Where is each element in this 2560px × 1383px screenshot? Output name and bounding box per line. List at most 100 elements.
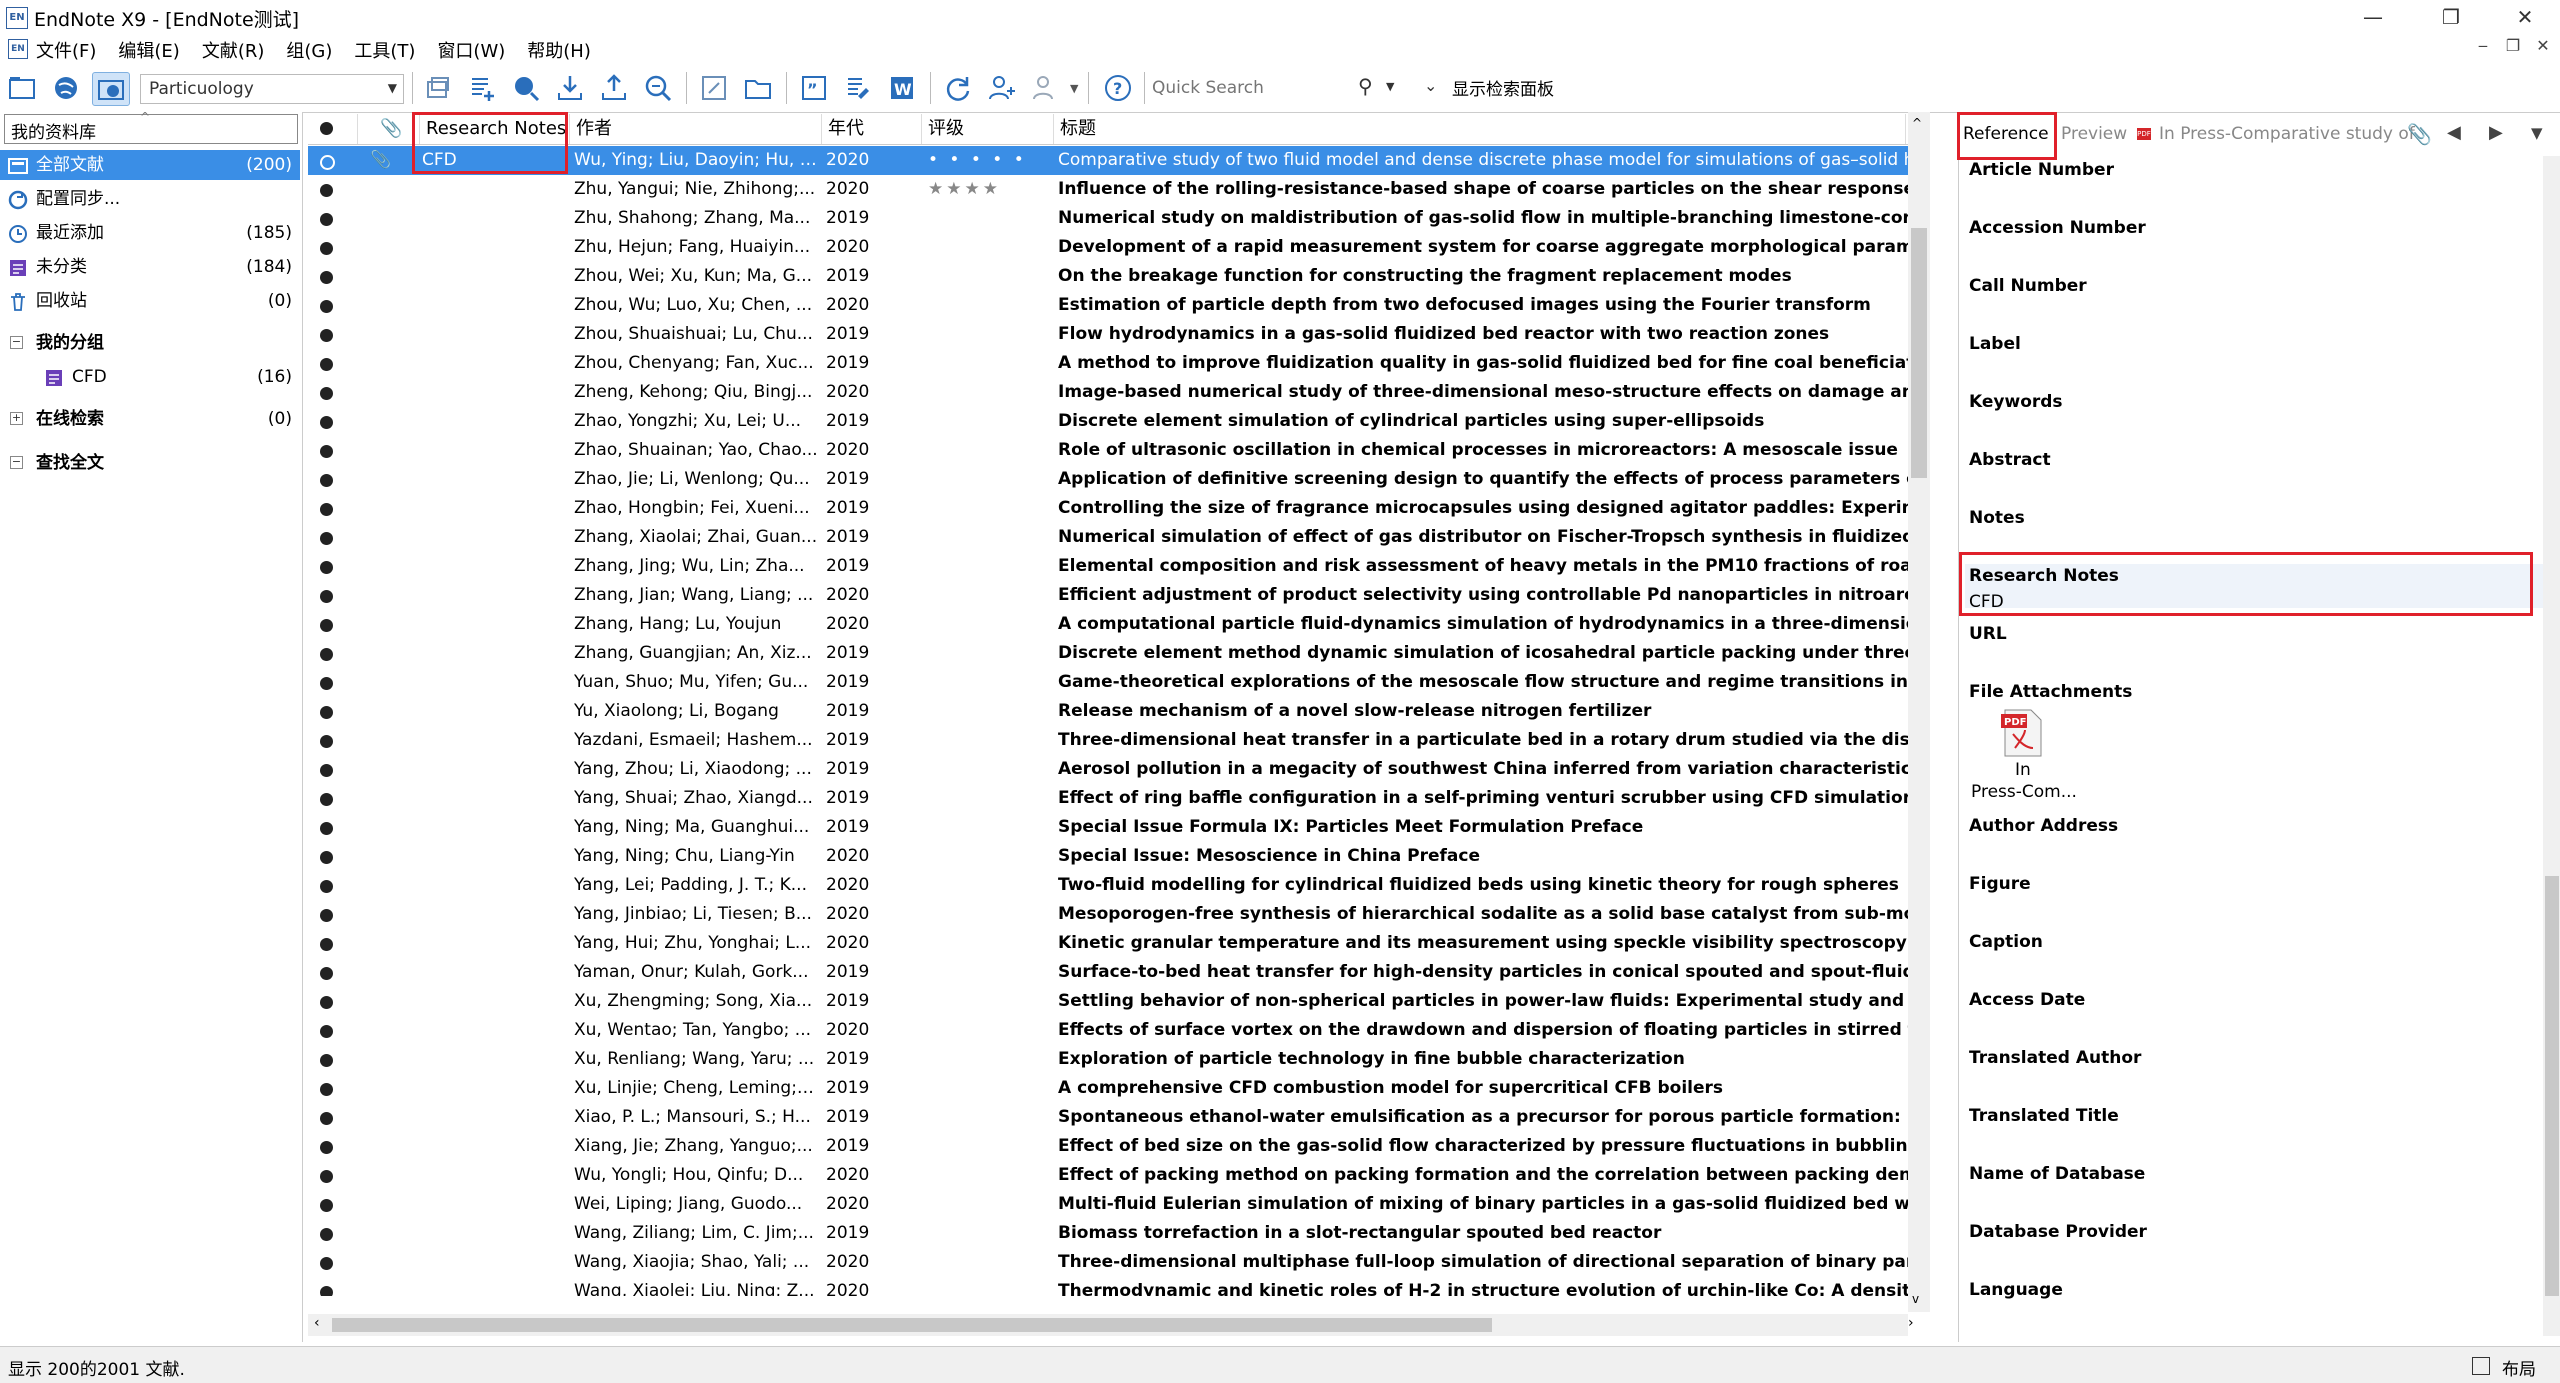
unread-dot-icon[interactable]: [320, 503, 333, 516]
field-keywords[interactable]: Keywords: [1969, 392, 2063, 412]
table-row[interactable]: Zhu, Shahong; Zhang, Ma... 2019 Numerical …: [308, 204, 1930, 233]
maximize-button[interactable]: ❐: [2416, 0, 2486, 34]
local-library-mode-icon[interactable]: [4, 72, 40, 104]
table-row[interactable]: Yaman, Onur; Kulah, Gork... 2019 Surface-t…: [308, 958, 1930, 987]
table-row[interactable]: Yang, Lei; Padding, J. T.; K... 2020 Two-f…: [308, 871, 1930, 900]
paperclip-icon[interactable]: 📎: [370, 146, 391, 175]
table-row[interactable]: Zhao, Yongzhi; Xu, Lei; U... 2019 Discrete…: [308, 407, 1930, 436]
unread-dot-icon[interactable]: [320, 590, 333, 603]
group-all-references[interactable]: 全部文献 (200): [0, 150, 300, 180]
open-link-icon[interactable]: [696, 72, 732, 104]
chevron-down-icon[interactable]: ▼: [1070, 82, 1078, 95]
table-row[interactable]: Xu, Linjie; Cheng, Leming; ... 2019 A comp…: [308, 1074, 1930, 1103]
table-row[interactable]: Zhang, Guangjian; An, Xiz... 2019 Discrete…: [308, 639, 1930, 668]
sync-icon[interactable]: [940, 72, 976, 104]
export-icon[interactable]: [596, 72, 632, 104]
next-icon[interactable]: ▶: [2489, 122, 2503, 143]
table-row[interactable]: Zhu, Yangui; Nie, Zhihong;... 2020 ★★★★ Inf…: [308, 175, 1930, 204]
quick-search-box[interactable]: [1150, 74, 1360, 102]
unread-dot-icon[interactable]: [320, 735, 333, 748]
field-figure[interactable]: Figure: [1969, 874, 2031, 894]
author-column-header[interactable]: 作者: [570, 114, 822, 144]
double-chevron-down-icon[interactable]: ⌄: [1424, 76, 1437, 95]
field-file-attachments[interactable]: File Attachments: [1969, 682, 2132, 702]
unread-dot-icon[interactable]: [320, 1286, 333, 1296]
scroll-right-icon[interactable]: ›: [1908, 1315, 1914, 1331]
unread-dot-icon[interactable]: [320, 996, 333, 1009]
table-row[interactable]: Zhang, Jian; Wang, Liang; ... 2020 Efficie…: [308, 581, 1930, 610]
attachment-column-header[interactable]: 📎: [358, 114, 420, 144]
unread-dot-icon[interactable]: [320, 445, 333, 458]
table-row[interactable]: Yang, Jinbiao; Li, Tiesen; B... 2020 Mesop…: [308, 900, 1930, 929]
search-icon[interactable]: ⚲: [1358, 74, 1373, 98]
menu-groups[interactable]: 组(G): [286, 37, 332, 63]
attachment-name-line2[interactable]: Press-Com...: [1971, 782, 2077, 802]
table-row[interactable]: Wei, Liping; Jiang, Guodo... 2020 Multi-fl…: [308, 1190, 1930, 1219]
group-share-icon[interactable]: [1028, 72, 1064, 104]
scrollbar-thumb[interactable]: [2545, 876, 2559, 1296]
group-configure-sync[interactable]: 配置同步...: [0, 184, 300, 214]
table-row[interactable]: Zhao, Hongbin; Fei, Xueni... 2019 Controll…: [308, 494, 1930, 523]
return-to-word-icon[interactable]: W: [884, 72, 920, 104]
field-notes[interactable]: Notes: [1969, 508, 2025, 528]
tab-pdf[interactable]: In Press-Comparative study of: [2159, 124, 2415, 144]
title-column-header[interactable]: 标题: [1054, 114, 1906, 144]
reference-panel-scrollbar[interactable]: [2543, 156, 2560, 1336]
table-row[interactable]: Zhou, Chenyang; Fan, Xuc... 2019 A method …: [308, 349, 1930, 378]
table-row[interactable]: Yang, Hui; Zhu, Yonghai; L... 2020 Kinetic…: [308, 929, 1930, 958]
field-accession-number[interactable]: Accession Number: [1969, 218, 2146, 238]
unread-dot-icon[interactable]: [320, 793, 333, 806]
unread-dot-icon[interactable]: [320, 706, 333, 719]
table-row[interactable]: Xu, Renliang; Wang, Yaru; ... 2019 Explora…: [308, 1045, 1930, 1074]
collapse-icon[interactable]: −: [10, 336, 23, 349]
tab-preview[interactable]: Preview: [2061, 124, 2127, 144]
paperclip-icon[interactable]: 📎: [2407, 122, 2432, 146]
table-row[interactable]: Xu, Zhengming; Song, Xia... 2019 Settling …: [308, 987, 1930, 1016]
find-full-text-header[interactable]: − 查找全文: [0, 448, 300, 478]
unread-dot-icon[interactable]: [320, 532, 333, 545]
unread-dot-icon[interactable]: [320, 764, 333, 777]
group-cfd[interactable]: CFD (16): [0, 362, 300, 392]
read-status-column-header[interactable]: [308, 114, 358, 144]
mdi-minimize-button[interactable]: ‒: [2466, 36, 2500, 62]
attachment-name-line1[interactable]: In: [2015, 760, 2031, 780]
table-row[interactable]: Wu, Yongli; Hou, Qinfu; D... 2020 Effect o…: [308, 1161, 1930, 1190]
import-icon[interactable]: [552, 72, 588, 104]
expand-icon[interactable]: +: [10, 412, 23, 425]
table-row[interactable]: Zhao, Shuainan; Yao, Chao... 2020 Role of …: [308, 436, 1930, 465]
unread-dot-icon[interactable]: [320, 358, 333, 371]
show-search-panel-button[interactable]: 显示检索面板: [1452, 75, 1554, 100]
rating-column-header[interactable]: 评级: [922, 114, 1054, 144]
previous-icon[interactable]: ◀: [2447, 122, 2461, 143]
library-header[interactable]: 我的资料库: [4, 114, 298, 144]
field-url[interactable]: URL: [1969, 624, 2007, 644]
unread-dot-icon[interactable]: [320, 474, 333, 487]
table-row[interactable]: Zheng, Kehong; Qiu, Bingj... 2020 Image-ba…: [308, 378, 1930, 407]
table-row[interactable]: Xiang, Jie; Zhang, Yanguo;... 2019 Effect …: [308, 1132, 1930, 1161]
new-reference-icon[interactable]: [464, 72, 500, 104]
field-translated-author[interactable]: Translated Author: [1969, 1048, 2141, 1068]
quick-search-input[interactable]: [1150, 74, 1354, 102]
integrated-library-mode-icon[interactable]: [92, 72, 130, 106]
unread-dot-icon[interactable]: [320, 329, 333, 342]
mdi-close-button[interactable]: ✕: [2526, 36, 2560, 62]
unread-dot-icon[interactable]: [320, 619, 333, 632]
minimize-button[interactable]: —: [2338, 0, 2408, 34]
pdf-attachment-icon[interactable]: PDF: [1999, 708, 2045, 758]
unread-dot-icon[interactable]: [320, 1054, 333, 1067]
unread-dot-icon[interactable]: [320, 967, 333, 980]
unread-dot-icon[interactable]: [320, 213, 333, 226]
table-row[interactable]: Zhang, Xiaolai; Zhai, Guan... 2019 Numeric…: [308, 523, 1930, 552]
group-unfiled[interactable]: 未分类 (184): [0, 252, 300, 282]
table-row[interactable]: Wang, Xiaojia; Shao, Yali; ... 2020 Three-…: [308, 1248, 1930, 1277]
menu-window[interactable]: 窗口(W): [437, 37, 505, 63]
table-row[interactable]: Zhang, Jing; Wu, Lin; Zha... 2019 Elementa…: [308, 552, 1930, 581]
scrollbar-thumb[interactable]: [1911, 228, 1927, 478]
scroll-down-icon[interactable]: v: [1912, 1292, 1919, 1306]
help-icon[interactable]: ?: [1100, 72, 1136, 104]
table-row[interactable]: Yang, Ning; Ma, Guanghui... 2019 Special I…: [308, 813, 1930, 842]
format-bibliography-icon[interactable]: [840, 72, 876, 104]
unread-dot-icon[interactable]: [320, 271, 333, 284]
unread-dot-icon[interactable]: [320, 677, 333, 690]
scroll-left-icon[interactable]: ‹: [314, 1315, 320, 1331]
